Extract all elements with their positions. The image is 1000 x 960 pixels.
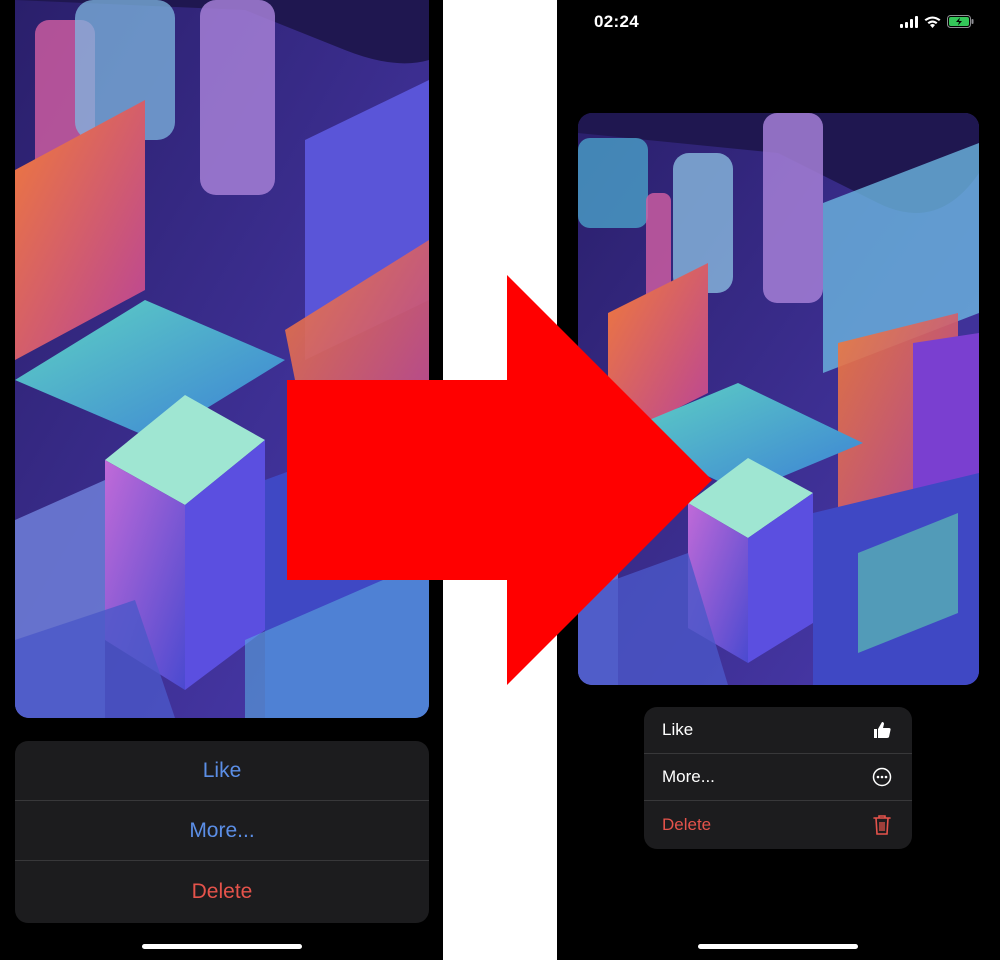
ellipsis-circle-icon [871, 766, 893, 788]
menu-item-label: More... [662, 767, 715, 786]
thumbs-up-icon [871, 719, 893, 741]
transition-arrow-icon [287, 275, 712, 685]
status-bar: 02:24 [557, 0, 1000, 50]
like-menu-item[interactable]: Like [644, 707, 912, 754]
context-menu: Like More... Delete [644, 707, 912, 849]
home-indicator[interactable] [142, 944, 302, 949]
delete-action-button[interactable]: Delete [15, 861, 429, 923]
menu-item-label: Delete [662, 815, 712, 834]
more-menu-item[interactable]: More... [644, 754, 912, 801]
like-action-button[interactable]: Like [15, 741, 429, 801]
more-action-button[interactable]: More... [15, 801, 429, 861]
status-time: 02:24 [594, 12, 639, 31]
action-sheet: Like More... Delete [15, 741, 429, 923]
trash-icon [871, 814, 893, 836]
menu-item-label: Like [662, 720, 694, 739]
home-indicator[interactable] [698, 944, 858, 949]
delete-menu-item[interactable]: Delete [644, 801, 912, 849]
battery-charging-icon [947, 15, 974, 33]
wifi-icon [924, 15, 941, 33]
cellular-signal-icon [900, 15, 918, 33]
